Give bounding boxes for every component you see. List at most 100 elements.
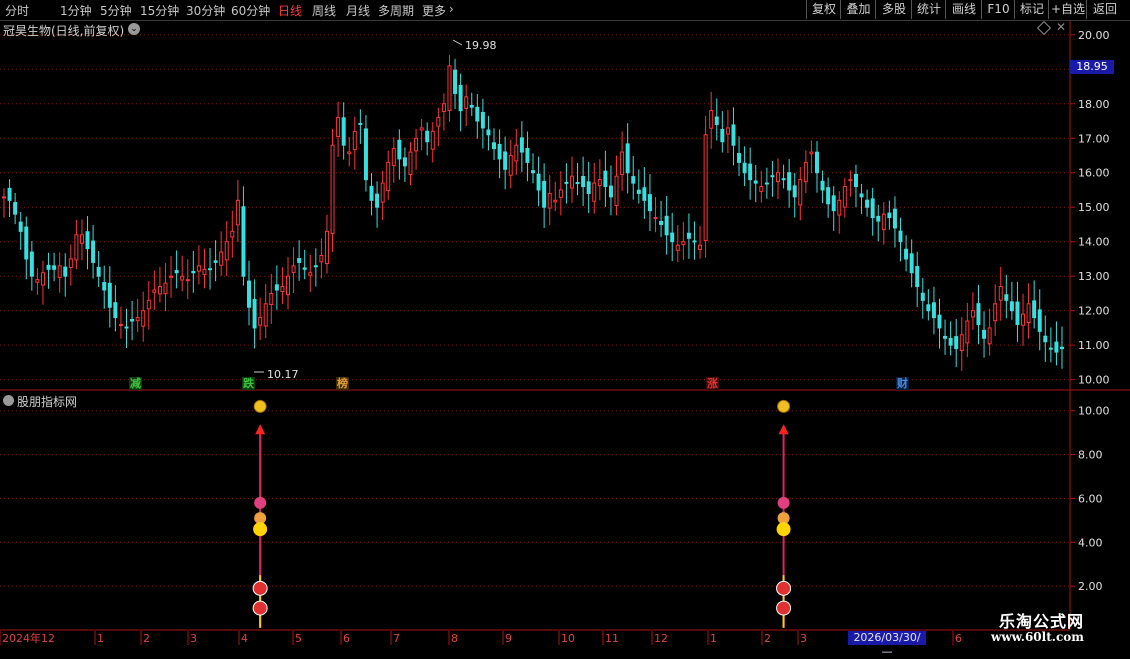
candle-body [91,240,96,263]
candle-body [692,240,697,243]
high-annotation: 19.98 [452,39,497,52]
candle-body [982,329,987,339]
candle-body [280,286,285,293]
date-tick-label: 9 [505,632,512,645]
marker-fall[interactable]: 跌 [242,377,255,390]
price-tick-label: 15.00 [1078,201,1110,214]
price-tick-label: 13.00 [1078,270,1110,283]
candle-body [686,232,691,239]
candle-body [865,199,870,208]
candle-body [965,320,970,344]
candle-body [776,172,781,183]
candle-body [347,151,352,155]
date-tick-label: 1 [710,632,717,645]
candle-body [341,117,346,146]
candle-body [993,303,998,322]
candle-body [269,292,274,305]
candle-body [926,304,931,312]
candle-body [441,103,446,112]
candle-body [224,241,229,261]
close-icon[interactable]: ✕ [1056,20,1066,34]
candle-body [1043,335,1048,343]
candle-body [887,212,892,219]
candle-body [536,173,541,191]
candle-body [636,189,641,194]
price-tick-label: 11.00 [1078,339,1110,352]
price-tick-label: 20.00 [1078,29,1110,42]
candle-body [107,282,112,308]
red-ball-icon [776,580,792,596]
candle-body [703,134,708,241]
candle-body [308,272,313,276]
indicator-toggle-icon[interactable] [3,395,14,406]
candle-body [85,231,90,250]
candle-body [419,127,424,131]
candle-body [40,272,45,286]
candle-body [63,266,68,277]
kline-chart[interactable]: 20.0019.0018.0017.0016.0015.0014.0013.00… [0,0,1130,650]
candle-body [569,175,574,189]
price-tick-label: 12.00 [1078,305,1110,318]
candle-body [837,199,842,216]
candle-body [770,175,775,178]
red-ball-icon [252,600,268,616]
candle-body [258,317,263,326]
candle-body [642,187,647,201]
marker-reduce[interactable]: 减 [129,377,142,390]
candle-body [13,202,18,215]
candle-body [57,265,62,279]
date-tick-label: 2 [143,632,150,645]
candle-body [29,251,34,277]
date-tick-label: 1 [97,632,104,645]
candle-body [330,144,335,234]
candle-body [709,110,714,129]
candle-body [336,117,341,138]
candle-body [469,104,474,108]
candle-body [547,192,552,209]
marker-list[interactable]: 榜 [336,377,349,390]
candle-body [787,172,792,191]
smiley-icon [776,522,791,537]
candle-body [141,310,146,327]
candle-body [408,151,413,175]
candle-body [503,151,508,170]
candle-body [909,253,914,274]
chevron-down-icon[interactable]: ⌄ [128,23,140,35]
candle-body [492,142,497,150]
date-tick-label: 10 [561,632,575,645]
candle-body [1015,301,1020,325]
candle-body [558,189,563,198]
candle-body [998,286,1003,301]
candle-body [79,234,84,244]
candle-body [46,264,51,270]
candle-body [798,179,803,206]
candle-body [135,317,140,322]
signal-arrow-icon [778,424,789,435]
right-scroll-strip[interactable] [1121,21,1130,641]
candle-body [1021,313,1026,326]
candle-body [508,154,513,176]
candle-body [625,143,630,174]
candle-body [731,124,736,146]
candle-body [397,139,402,160]
candle-body [486,129,491,136]
smiley-icon [253,522,268,537]
candle-body [425,130,430,143]
candle-body [892,208,897,229]
candle-body [174,270,179,274]
candle-body [614,175,619,206]
candle-body [68,258,73,269]
money-bag-icon [253,399,267,413]
low-annotation: 10.17 [254,368,299,381]
candle-body [826,187,831,205]
candle-body [230,230,235,238]
candle-body [430,130,435,150]
candle-body [631,176,636,184]
indicator-axis-ticks: 10.00 8.00 6.00 4.00 2.00 [1070,405,1110,593]
candle-body [35,279,40,283]
candle-body [369,185,374,201]
date-tick-label: 4 [241,632,248,645]
candle-body [185,279,190,282]
marker-rise[interactable]: 涨 [706,377,719,390]
marker-finance[interactable]: 财 [896,377,909,390]
